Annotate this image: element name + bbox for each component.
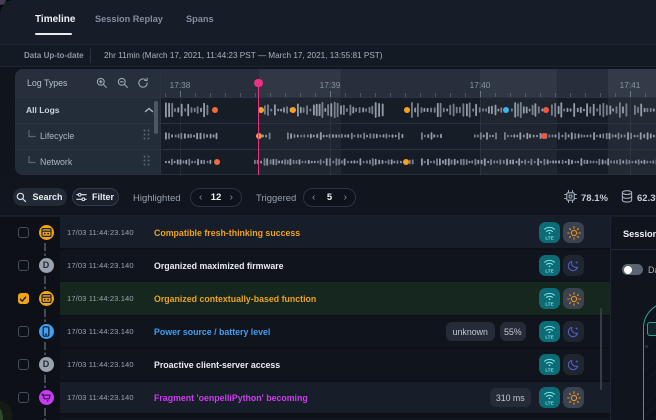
svg-text:LTE: LTE — [545, 301, 553, 306]
svg-text:LTE: LTE — [545, 235, 553, 240]
svg-text:LTE: LTE — [545, 334, 553, 339]
svg-text:LTE: LTE — [545, 367, 553, 372]
svg-text:LTE: LTE — [545, 400, 553, 405]
svg-text:LTE: LTE — [545, 268, 553, 273]
